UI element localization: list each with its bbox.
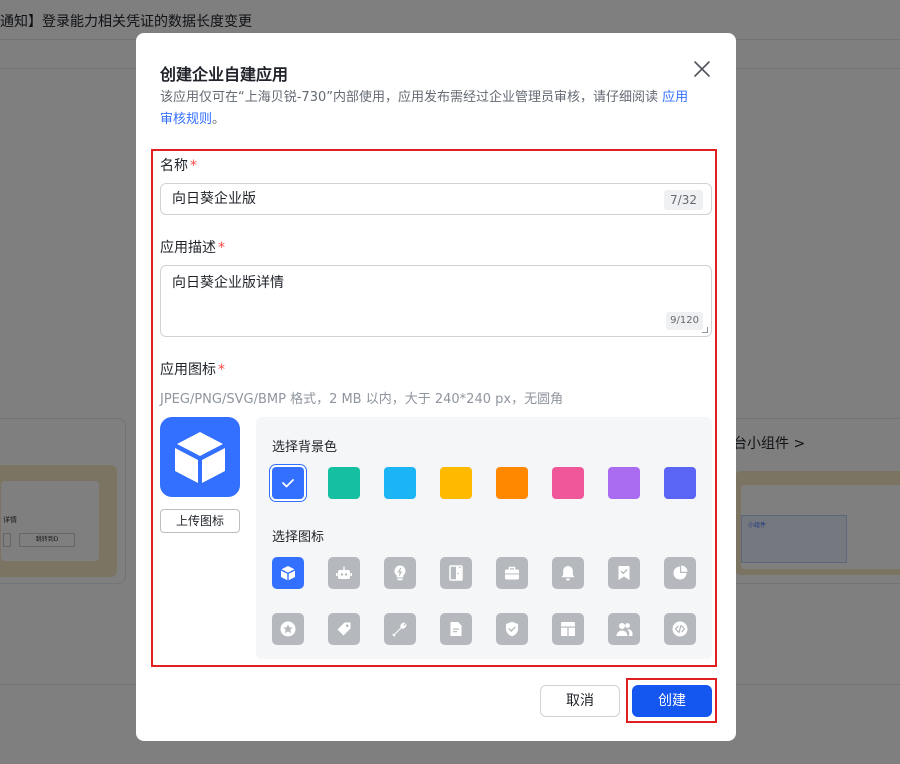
description-textarea[interactable]: 向日葵企业版详情 9/120: [160, 265, 712, 337]
color-swatch[interactable]: [552, 467, 584, 499]
required-mark: *: [218, 362, 225, 378]
bookmark-check-icon[interactable]: [608, 557, 640, 589]
wrench-icon[interactable]: [384, 613, 416, 645]
required-mark: *: [190, 158, 197, 174]
briefcase-icon[interactable]: [496, 557, 528, 589]
app-icon-preview: [160, 417, 240, 497]
color-swatch[interactable]: [440, 467, 472, 499]
layout-icon[interactable]: [552, 613, 584, 645]
color-swatch[interactable]: [272, 467, 304, 499]
name-label-text: 名称: [160, 158, 188, 174]
tag-icon[interactable]: [328, 613, 360, 645]
cube-icon[interactable]: [272, 557, 304, 589]
dialog-description: 该应用仅可在“上海贝锐-730”内部使用，应用发布需经过企业管理员审核，请仔细阅…: [160, 87, 700, 131]
color-swatch[interactable]: [384, 467, 416, 499]
code-icon[interactable]: [664, 613, 696, 645]
cube-icon: [175, 432, 225, 483]
name-input-value: 向日葵企业版: [172, 191, 256, 207]
bell-icon[interactable]: [552, 557, 584, 589]
create-app-dialog: 创建企业自建应用 该应用仅可在“上海贝锐-730”内部使用，应用发布需经过企业管…: [136, 33, 736, 741]
pie-chart-icon[interactable]: [664, 557, 696, 589]
description-textarea-value: 向日葵企业版详情: [172, 275, 284, 291]
users-icon[interactable]: [608, 613, 640, 645]
color-swatch[interactable]: [496, 467, 528, 499]
description-suffix: 。: [212, 112, 226, 127]
color-swatch[interactable]: [608, 467, 640, 499]
create-highlight-frame: [626, 678, 717, 723]
color-swatch[interactable]: [328, 467, 360, 499]
robot-icon[interactable]: [328, 557, 360, 589]
document-icon[interactable]: [440, 613, 472, 645]
description-label: 应用描述 *: [160, 237, 225, 257]
star-icon[interactable]: [272, 613, 304, 645]
door-icon[interactable]: [440, 557, 472, 589]
check-icon: [272, 467, 304, 499]
required-mark: *: [218, 240, 225, 256]
upload-icon-button[interactable]: 上传图标: [160, 509, 240, 533]
close-icon[interactable]: [692, 59, 712, 79]
icon-format-hint: JPEG/PNG/SVG/BMP 格式，2 MB 以内，大于 240*240 p…: [160, 392, 564, 407]
description-char-counter: 9/120: [666, 312, 703, 330]
description-text: 该应用仅可在“上海贝锐-730”内部使用，应用发布需经过企业管理员审核，请仔细阅…: [160, 90, 658, 105]
dialog-title: 创建企业自建应用: [160, 65, 289, 84]
icon-label-text: 应用图标: [160, 362, 216, 378]
lightbulb-icon[interactable]: [384, 557, 416, 589]
icon-select-label: 选择图标: [272, 530, 325, 545]
name-label: 名称 *: [160, 155, 197, 175]
cancel-button[interactable]: 取消: [540, 685, 620, 717]
color-swatch[interactable]: [664, 467, 696, 499]
icon-picker-panel: 选择背景色 选择图标: [256, 417, 712, 659]
description-label-text: 应用描述: [160, 240, 216, 256]
bg-color-label: 选择背景色: [272, 440, 338, 455]
icon-label: 应用图标 *: [160, 359, 225, 379]
resize-handle[interactable]: [702, 327, 708, 333]
shield-check-icon[interactable]: [496, 613, 528, 645]
name-input[interactable]: 向日葵企业版 7/32: [160, 183, 712, 215]
name-char-counter: 7/32: [664, 190, 703, 210]
